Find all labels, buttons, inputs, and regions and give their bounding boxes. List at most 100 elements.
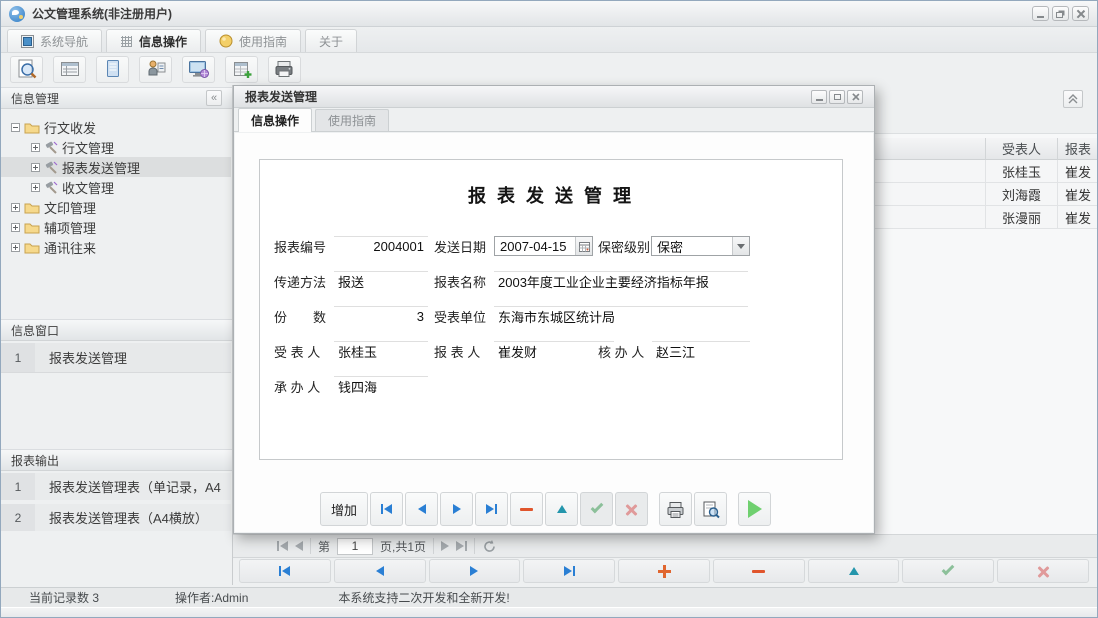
collapse-box-icon[interactable] <box>11 123 20 132</box>
recv-unit-field[interactable]: 东海市东城区统计局 <box>494 306 748 326</box>
expand-box-icon[interactable] <box>31 163 40 172</box>
row-number: 2 <box>1 504 35 531</box>
edit-record-button[interactable] <box>545 492 578 526</box>
printer-button[interactable] <box>268 56 301 83</box>
page-prefix-label: 第 <box>318 538 330 555</box>
send-date-label: 发送日期 <box>434 236 486 256</box>
menu-tab-info-ops[interactable]: 信息操作 <box>106 29 201 52</box>
dialog-tab-user-guide[interactable]: 使用指南 <box>315 109 389 131</box>
table-add-button[interactable] <box>225 56 258 83</box>
collapse-left-button[interactable]: « <box>206 90 222 106</box>
column-header-receiver[interactable]: 受表人 <box>986 138 1058 160</box>
next-page-button[interactable] <box>441 541 449 551</box>
print-preview-button[interactable] <box>694 492 727 526</box>
expand-box-icon[interactable] <box>11 243 20 252</box>
last-page-button[interactable] <box>456 541 467 551</box>
info-window-row[interactable]: 1 报表发送管理 <box>1 343 231 373</box>
tree-item-tongxun-wanglai[interactable]: 通讯往来 <box>1 237 231 257</box>
search-document-button[interactable] <box>10 56 43 83</box>
add-button-label: 增加 <box>331 500 357 519</box>
method-field[interactable]: 报送 <box>334 271 428 291</box>
next-record-button[interactable] <box>440 492 473 526</box>
tree-item-baobiao-fasong[interactable]: 报表发送管理 <box>1 157 231 177</box>
first-record-button[interactable] <box>370 492 403 526</box>
print-button[interactable] <box>659 492 692 526</box>
expand-box-icon[interactable] <box>11 203 20 212</box>
double-chevron-up-icon <box>1068 94 1078 104</box>
column-header-reporter[interactable]: 报表 <box>1058 138 1097 160</box>
last-record-button[interactable] <box>475 492 508 526</box>
menu-tab-label: 关于 <box>319 33 343 50</box>
tool-icon <box>44 181 58 194</box>
reporter-field[interactable]: 崔发财 <box>494 341 614 361</box>
collapse-up-button[interactable] <box>1063 90 1083 108</box>
first-page-button[interactable] <box>277 541 288 551</box>
verifier-field[interactable]: 赵三江 <box>652 341 750 361</box>
expand-box-icon[interactable] <box>11 223 20 232</box>
calendar-button[interactable] <box>575 237 592 255</box>
handler-field[interactable]: 钱四海 <box>334 376 428 396</box>
send-date-picker[interactable]: 2007-04-15 <box>494 236 593 256</box>
grid-first-button[interactable] <box>239 559 331 583</box>
dialog-titlebar[interactable]: 报表发送管理 <box>234 86 874 108</box>
tree-item-wenyin-guanli[interactable]: 文印管理 <box>1 197 231 217</box>
dialog-tab-info-ops[interactable]: 信息操作 <box>238 108 312 132</box>
dialog-maximize-button[interactable] <box>829 90 845 104</box>
grid-prev-button[interactable] <box>334 559 426 583</box>
report-no-field[interactable]: 2004001 <box>334 236 428 256</box>
minimize-button[interactable] <box>1032 6 1049 21</box>
expand-box-icon[interactable] <box>31 143 40 152</box>
refresh-icon <box>482 539 497 554</box>
titlebar: 公文管理系统(非注册用户) <box>1 1 1097 27</box>
prev-record-button[interactable] <box>405 492 438 526</box>
menu-tab-about[interactable]: 关于 <box>305 29 357 52</box>
grid-delete-button[interactable] <box>713 559 805 583</box>
menu-tab-system-nav[interactable]: 系统导航 <box>7 29 102 52</box>
document-button[interactable] <box>96 56 129 83</box>
recv-person-label: 受 表 人 <box>274 341 320 361</box>
monitor-button[interactable] <box>182 56 215 83</box>
grid-cancel-button[interactable] <box>997 559 1089 583</box>
report-name-field[interactable]: 2003年度工业企业主要经济指标年报 <box>494 271 748 291</box>
prev-page-button[interactable] <box>295 541 303 551</box>
dialog-title: 报表发送管理 <box>245 88 317 105</box>
statusbar: 当前记录数 3 操作者:Admin 本系统支持二次开发和全新开发! <box>1 587 1097 607</box>
confirm-button[interactable] <box>580 492 613 526</box>
dropdown-button[interactable] <box>732 237 749 255</box>
report-output-list: 1 报表发送管理表（单记录，A4 2 报表发送管理表（A4横放） <box>1 473 231 535</box>
add-button[interactable]: 增加 <box>320 492 368 526</box>
copies-field[interactable]: 3 <box>334 306 428 326</box>
secrecy-select[interactable]: 保密 <box>651 236 750 256</box>
tree-item-fuxiang-guanli[interactable]: 辅项管理 <box>1 217 231 237</box>
grid-confirm-button[interactable] <box>902 559 994 583</box>
grid-next-button[interactable] <box>429 559 521 583</box>
tree-item-xingwen-guanli[interactable]: 行文管理 <box>1 137 231 157</box>
secrecy-label: 保密级别 <box>598 236 650 256</box>
recv-person-field[interactable]: 张桂玉 <box>334 341 428 361</box>
separator <box>310 538 311 554</box>
menu-tab-user-guide[interactable]: 使用指南 <box>205 29 301 52</box>
report-output-row[interactable]: 2 报表发送管理表（A4横放） <box>1 504 231 531</box>
cancel-button[interactable] <box>615 492 648 526</box>
page-number-input[interactable] <box>337 538 373 555</box>
dialog-close-button[interactable] <box>847 90 863 104</box>
close-button[interactable] <box>1072 6 1089 21</box>
restore-button[interactable] <box>1052 6 1069 21</box>
row-number: 1 <box>1 473 35 500</box>
run-report-button[interactable] <box>738 492 771 526</box>
tree-item-shouwen-guanli[interactable]: 收文管理 <box>1 177 231 197</box>
report-output-header: 报表输出 <box>1 449 232 471</box>
grid-edit-button[interactable] <box>808 559 900 583</box>
data-list-button[interactable] <box>53 56 86 83</box>
navigation-tree: 行文收发 行文管理 报表发送管理 收文管理 文印管理 <box>1 111 231 257</box>
dialog-minimize-button[interactable] <box>811 90 827 104</box>
grid-last-button[interactable] <box>523 559 615 583</box>
refresh-button[interactable] <box>482 539 497 554</box>
expand-box-icon[interactable] <box>31 183 40 192</box>
grid-add-button[interactable] <box>618 559 710 583</box>
user-report-button[interactable] <box>139 56 172 83</box>
delete-record-button[interactable] <box>510 492 543 526</box>
tree-item-xingwen-shoufa[interactable]: 行文收发 <box>1 117 231 137</box>
report-output-row[interactable]: 1 报表发送管理表（单记录，A4 <box>1 473 231 500</box>
maximize-icon <box>834 94 841 100</box>
